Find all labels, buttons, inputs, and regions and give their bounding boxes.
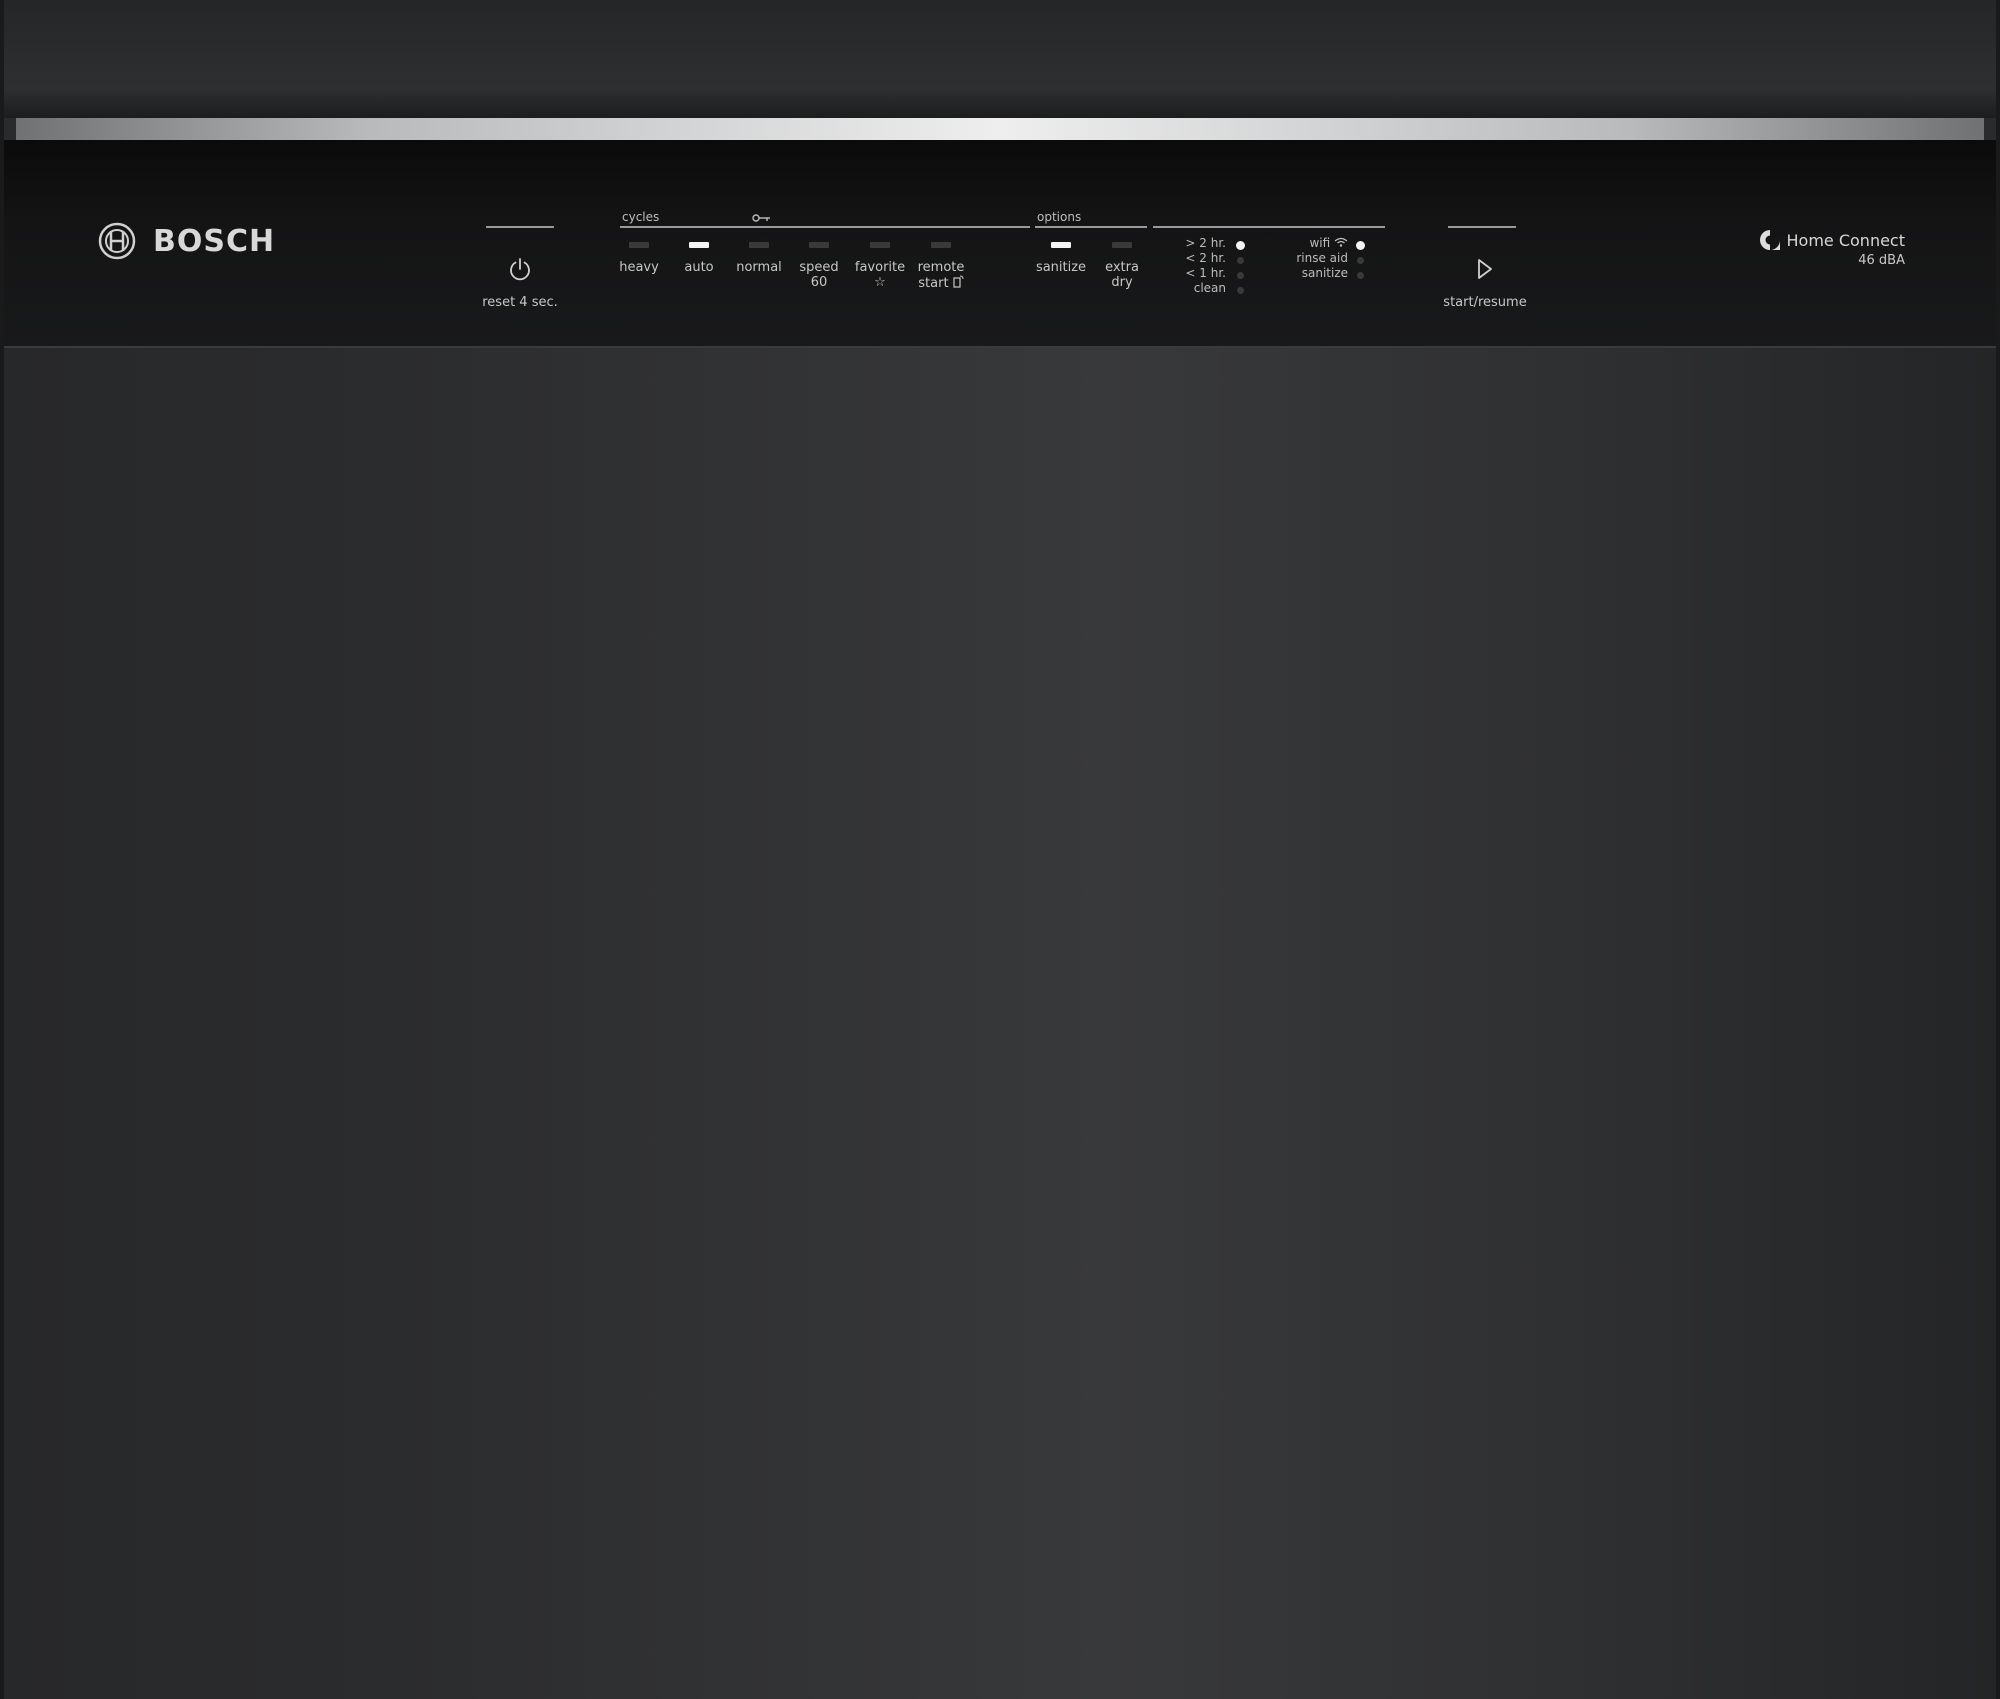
options-group-label: options bbox=[1037, 210, 1082, 224]
time-row-clean: clean bbox=[1170, 281, 1226, 296]
time-over-2hr-label: > 2 hr. bbox=[1185, 236, 1226, 250]
cycles-rule bbox=[620, 226, 1030, 228]
cycle-favorite-indicator bbox=[870, 242, 890, 248]
door-panel bbox=[0, 348, 2000, 1699]
cycle-normal-button[interactable]: normal bbox=[729, 242, 789, 292]
cycle-favorite-button[interactable]: favorite ☆ bbox=[849, 242, 911, 292]
cycle-speed60-indicator bbox=[809, 242, 829, 248]
status-sanitize-dot bbox=[1357, 272, 1364, 279]
top-strip bbox=[0, 0, 2000, 118]
star-icon: ☆ bbox=[874, 275, 886, 290]
bosch-armature-icon bbox=[98, 222, 136, 260]
option-sanitize-button[interactable]: sanitize bbox=[1030, 242, 1092, 292]
home-connect-icon bbox=[1759, 230, 1780, 250]
cycles-group-label: cycles bbox=[622, 210, 660, 224]
home-connect-badge: Home Connect 46 dBA bbox=[1750, 228, 1905, 268]
cycle-remote-start-button[interactable]: remote start bbox=[911, 242, 971, 292]
status-sanitize-label: sanitize bbox=[1301, 266, 1348, 280]
remote-start-text: start bbox=[918, 276, 949, 291]
stainless-handle-bar bbox=[16, 118, 1984, 141]
cycle-remote-start-indicator bbox=[931, 242, 951, 248]
dishwasher-front: BOSCH reset 4 sec. cycles heavy auto nor… bbox=[0, 0, 2000, 1699]
time-row-under-1hr: < 1 hr. bbox=[1170, 266, 1226, 281]
cycle-auto-label: auto bbox=[684, 260, 714, 275]
cycle-speed60-button[interactable]: speed 60 bbox=[789, 242, 849, 292]
time-under-1hr-label: < 1 hr. bbox=[1185, 266, 1226, 280]
time-under-1hr-dot bbox=[1237, 272, 1244, 279]
wifi-icon bbox=[1334, 237, 1348, 247]
cycle-auto-button[interactable]: auto bbox=[669, 242, 729, 292]
cycle-heavy-indicator bbox=[629, 242, 649, 248]
power-rule bbox=[486, 226, 554, 228]
power-icon bbox=[510, 258, 530, 281]
status-row-wifi: wifi bbox=[1270, 236, 1348, 251]
home-connect-name: Home Connect bbox=[1786, 230, 1906, 250]
status-wifi-label: wifi bbox=[1309, 236, 1331, 250]
status-rinse-aid-label: rinse aid bbox=[1296, 251, 1348, 265]
power-label: reset 4 sec. bbox=[482, 295, 558, 310]
option-extra-dry-sublabel: dry bbox=[1111, 275, 1133, 290]
start-resume-label: start/resume bbox=[1443, 295, 1527, 310]
cycle-normal-label: normal bbox=[736, 260, 782, 275]
brand-name: BOSCH bbox=[153, 223, 276, 259]
cycle-speed60-sublabel: 60 bbox=[810, 275, 828, 290]
home-connect-logo: Home Connect bbox=[1750, 228, 1905, 252]
right-edge bbox=[1996, 0, 2000, 1699]
cycle-remote-start-label: remote bbox=[917, 260, 965, 275]
power-button[interactable]: reset 4 sec. bbox=[470, 254, 570, 314]
start-resume-button[interactable]: start/resume bbox=[1435, 254, 1535, 314]
option-extra-dry-indicator bbox=[1112, 242, 1132, 248]
cycle-favorite-label: favorite bbox=[854, 260, 906, 275]
status-rule bbox=[1153, 226, 1385, 228]
status-row-rinse-aid: rinse aid bbox=[1270, 251, 1348, 266]
cycle-heavy-label: heavy bbox=[619, 260, 659, 275]
time-over-2hr-dot bbox=[1236, 241, 1245, 250]
options-rule bbox=[1035, 226, 1147, 228]
cycle-speed60-label: speed bbox=[799, 260, 839, 275]
status-rinse-aid-dot bbox=[1357, 257, 1364, 264]
time-row-over-2hr: > 2 hr. bbox=[1170, 236, 1226, 251]
brand-logo: BOSCH bbox=[98, 222, 275, 260]
control-panel bbox=[0, 140, 2000, 348]
time-clean-label: clean bbox=[1193, 281, 1226, 295]
cycle-normal-indicator bbox=[749, 242, 769, 248]
time-under-2hr-label: < 2 hr. bbox=[1185, 251, 1226, 265]
option-sanitize-indicator bbox=[1051, 242, 1071, 248]
option-extra-dry-label: extra bbox=[1105, 260, 1139, 275]
time-row-under-2hr: < 2 hr. bbox=[1170, 251, 1226, 266]
cycle-auto-indicator bbox=[689, 242, 709, 248]
start-rule bbox=[1448, 226, 1516, 228]
cycle-heavy-button[interactable]: heavy bbox=[609, 242, 669, 292]
status-row-sanitize: sanitize bbox=[1270, 266, 1348, 281]
option-sanitize-label: sanitize bbox=[1035, 260, 1087, 275]
phone-icon bbox=[953, 275, 964, 288]
time-clean-dot bbox=[1237, 287, 1244, 294]
cycle-remote-start-sublabel: start bbox=[911, 275, 971, 291]
key-icon bbox=[752, 214, 770, 222]
noise-rating: 46 dBA bbox=[1858, 253, 1905, 268]
play-icon bbox=[1478, 259, 1492, 279]
option-extra-dry-button[interactable]: extra dry bbox=[1092, 242, 1152, 292]
status-wifi-dot bbox=[1356, 241, 1365, 250]
time-under-2hr-dot bbox=[1237, 257, 1244, 264]
left-edge bbox=[0, 0, 4, 1699]
